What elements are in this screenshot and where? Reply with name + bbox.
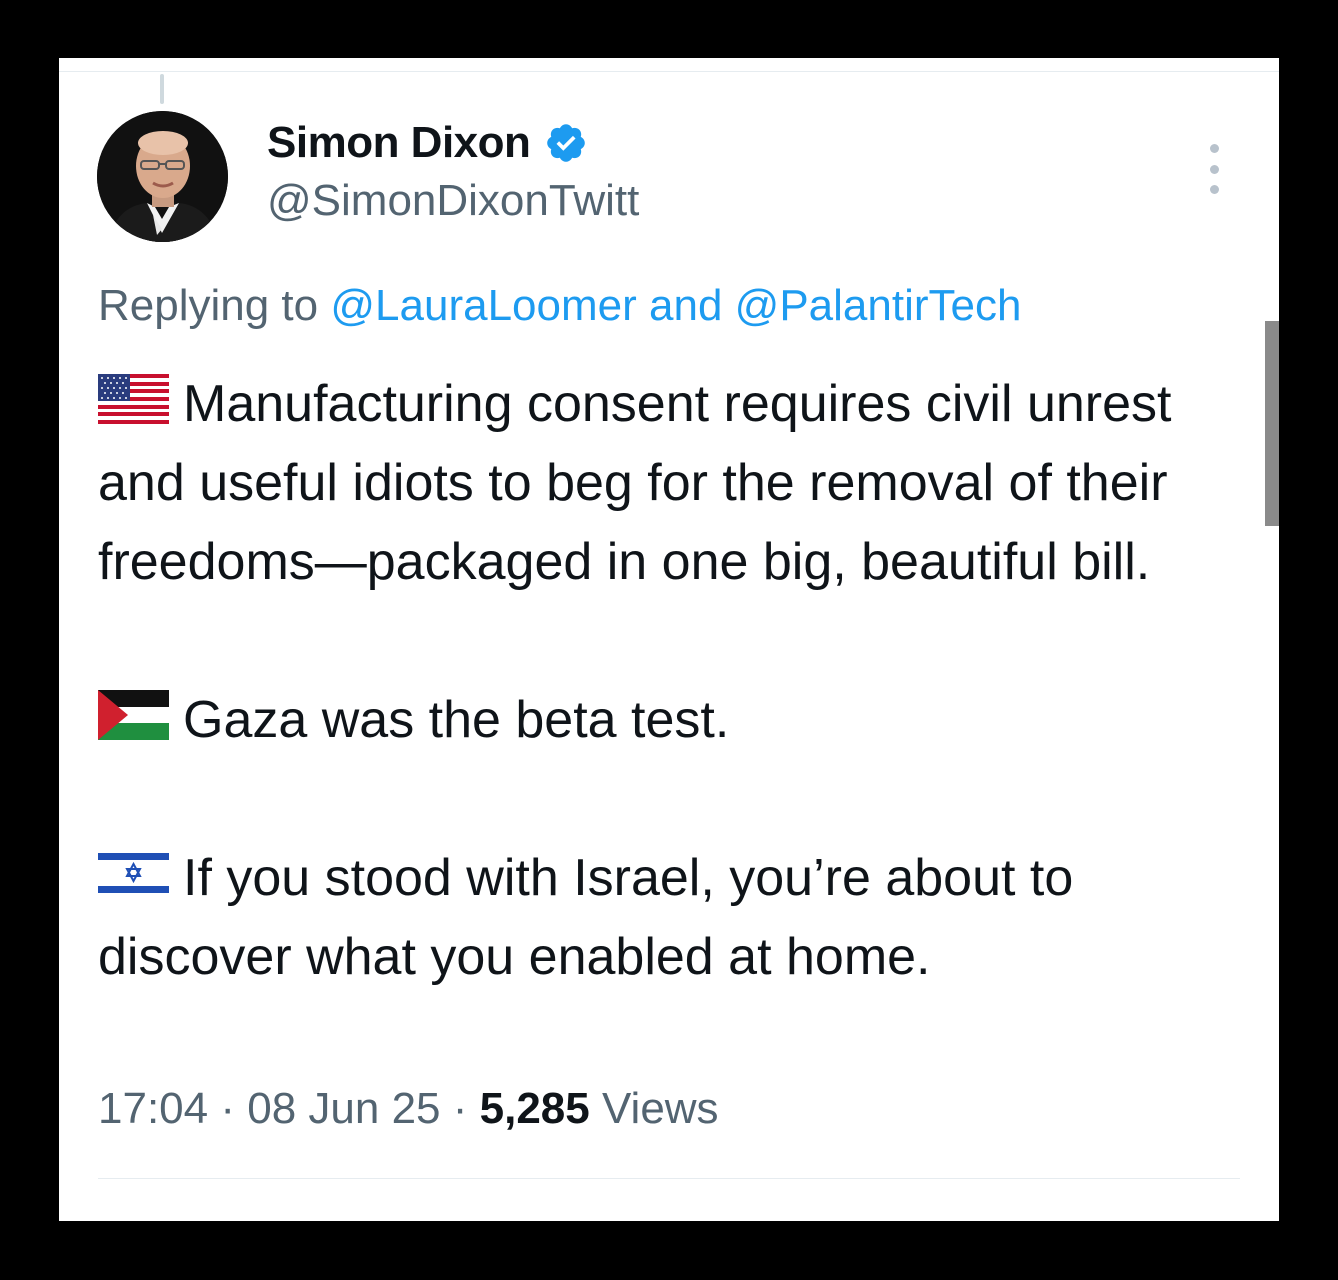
meta-separator: ·	[452, 1084, 468, 1133]
tweet-paragraph-text: If you stood with Israel, you’re about t…	[98, 849, 1074, 986]
tweet-date[interactable]: 08 Jun 25	[247, 1084, 440, 1133]
verified-badge-icon	[547, 124, 586, 162]
tweet-paragraph: Manufacturing consent requires civil unr…	[98, 365, 1258, 602]
author-name-row: Simon Dixon	[267, 118, 588, 168]
us-flag-icon	[98, 374, 169, 424]
more-dot	[1209, 164, 1219, 174]
thread-connector-line	[160, 74, 164, 104]
palestine-flag-icon	[98, 690, 169, 740]
replying-to-line: Replying to @LauraLoomer and @PalantirTe…	[98, 281, 1021, 331]
scrollbar-thumb[interactable]	[1265, 321, 1279, 526]
tweet-paragraph: If you stood with Israel, you’re about t…	[98, 839, 1258, 997]
avatar[interactable]	[97, 111, 228, 242]
views-count[interactable]: 5,285	[480, 1084, 590, 1133]
tweet-meta: 17:04 · 08 Jun 25 · 5,285 Views	[98, 1084, 719, 1134]
top-divider	[59, 71, 1279, 72]
tweet-paragraph: Gaza was the beta test.	[98, 681, 1258, 760]
mention-link-lauraloomer[interactable]: @LauraLoomer	[330, 281, 636, 330]
israel-flag-icon	[98, 848, 169, 898]
author-handle[interactable]: @SimonDixonTwitt	[267, 176, 639, 226]
replying-to-label: Replying to	[98, 281, 319, 330]
tweet-card: Simon Dixon @SimonDixonTwitt Replying to…	[59, 58, 1279, 1221]
user-avatar-photo-icon	[97, 111, 228, 242]
tweet-body: Manufacturing consent requires civil unr…	[98, 365, 1258, 997]
bottom-divider	[98, 1178, 1240, 1179]
author-display-name[interactable]: Simon Dixon	[267, 118, 531, 168]
more-dot	[1209, 144, 1219, 153]
views-label: Views	[601, 1084, 719, 1133]
more-dot	[1209, 185, 1219, 194]
reply-conjunction: and	[649, 281, 723, 330]
meta-separator: ·	[220, 1084, 235, 1133]
tweet-paragraph-text: Manufacturing consent requires civil unr…	[98, 375, 1172, 591]
more-options-icon[interactable]	[1199, 144, 1229, 194]
tweet-paragraph-text: Gaza was the beta test.	[183, 691, 730, 749]
mention-link-palantirtech[interactable]: @PalantirTech	[735, 281, 1022, 330]
tweet-time[interactable]: 17:04	[98, 1084, 208, 1133]
